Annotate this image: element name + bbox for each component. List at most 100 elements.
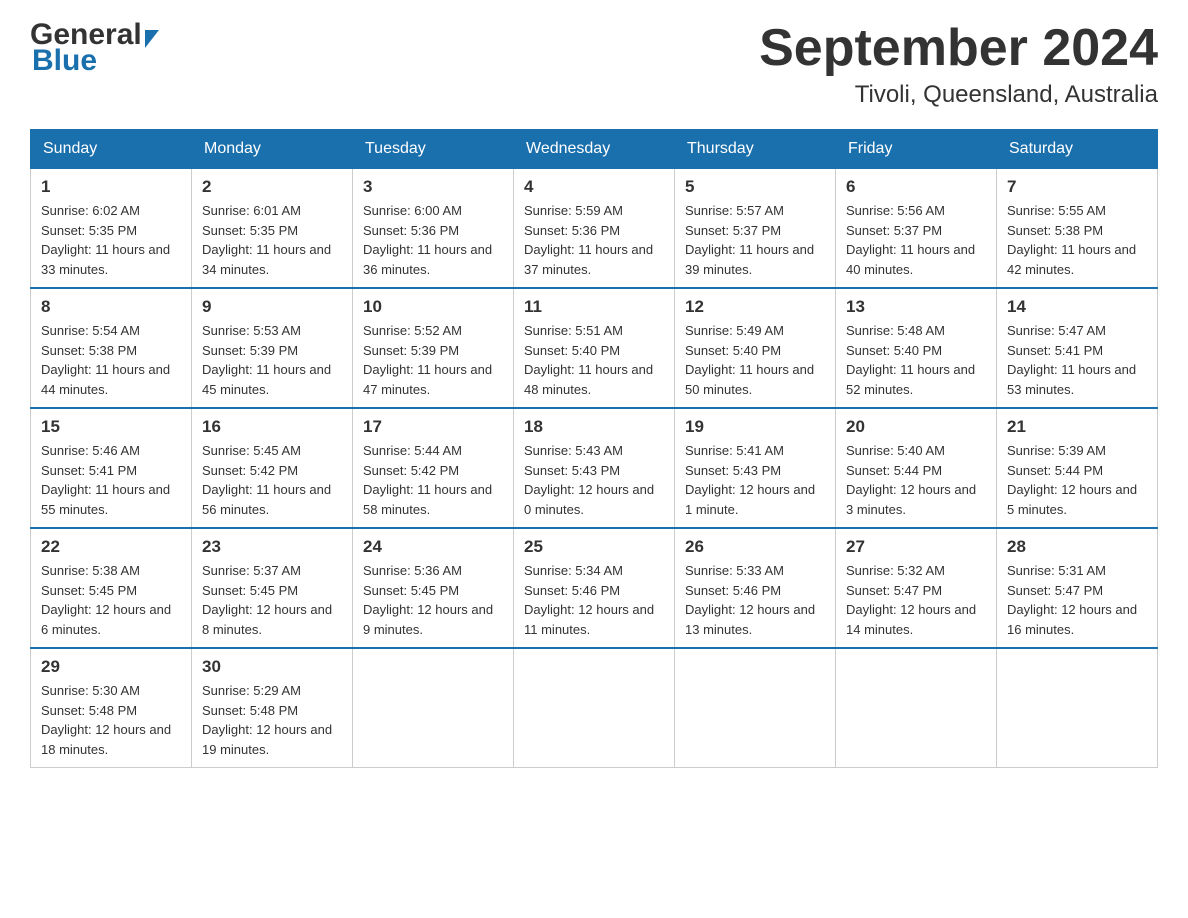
day-info: Sunrise: 5:39 AMSunset: 5:44 PMDaylight:…: [1007, 441, 1147, 519]
calendar-cell: [514, 648, 675, 768]
day-number: 26: [685, 537, 825, 557]
day-info: Sunrise: 5:36 AMSunset: 5:45 PMDaylight:…: [363, 561, 503, 639]
day-info: Sunrise: 5:54 AMSunset: 5:38 PMDaylight:…: [41, 321, 181, 399]
day-number: 28: [1007, 537, 1147, 557]
day-number: 7: [1007, 177, 1147, 197]
calendar-cell: [353, 648, 514, 768]
calendar-cell: 5 Sunrise: 5:57 AMSunset: 5:37 PMDaylight…: [675, 169, 836, 289]
day-info: Sunrise: 6:00 AMSunset: 5:36 PMDaylight:…: [363, 201, 503, 279]
calendar-week-2: 8 Sunrise: 5:54 AMSunset: 5:38 PMDaylight…: [31, 288, 1158, 408]
header-monday: Monday: [192, 130, 353, 169]
day-number: 13: [846, 297, 986, 317]
calendar-cell: 9 Sunrise: 5:53 AMSunset: 5:39 PMDaylight…: [192, 288, 353, 408]
day-number: 3: [363, 177, 503, 197]
day-info: Sunrise: 5:38 AMSunset: 5:45 PMDaylight:…: [41, 561, 181, 639]
calendar-cell: 7 Sunrise: 5:55 AMSunset: 5:38 PMDaylight…: [997, 169, 1158, 289]
day-number: 20: [846, 417, 986, 437]
calendar-cell: 6Sunrise: 5:56 AMSunset: 5:37 PMDaylight…: [836, 169, 997, 289]
day-info: Sunrise: 5:59 AMSunset: 5:36 PMDaylight:…: [524, 201, 664, 279]
calendar-cell: [836, 648, 997, 768]
day-number: 6: [846, 177, 986, 197]
calendar-cell: 19 Sunrise: 5:41 AMSunset: 5:43 PMDayligh…: [675, 408, 836, 528]
logo: General Blue: [30, 20, 159, 76]
header-wednesday: Wednesday: [514, 130, 675, 169]
calendar-cell: 13 Sunrise: 5:48 AMSunset: 5:40 PMDayligh…: [836, 288, 997, 408]
calendar-cell: 25 Sunrise: 5:34 AMSunset: 5:46 PMDayligh…: [514, 528, 675, 648]
day-number: 14: [1007, 297, 1147, 317]
day-number: 17: [363, 417, 503, 437]
calendar-cell: 15 Sunrise: 5:46 AMSunset: 5:41 PMDayligh…: [31, 408, 192, 528]
day-info: Sunrise: 5:29 AMSunset: 5:48 PMDaylight:…: [202, 681, 342, 759]
month-title: September 2024: [759, 20, 1158, 77]
day-info: Sunrise: 5:51 AMSunset: 5:40 PMDaylight:…: [524, 321, 664, 399]
day-number: 27: [846, 537, 986, 557]
day-info: Sunrise: 5:48 AMSunset: 5:40 PMDaylight:…: [846, 321, 986, 399]
calendar-cell: 30 Sunrise: 5:29 AMSunset: 5:48 PMDayligh…: [192, 648, 353, 768]
day-info: Sunrise: 5:44 AMSunset: 5:42 PMDaylight:…: [363, 441, 503, 519]
day-number: 10: [363, 297, 503, 317]
day-info: Sunrise: 5:53 AMSunset: 5:39 PMDaylight:…: [202, 321, 342, 399]
calendar-cell: [997, 648, 1158, 768]
day-number: 1: [41, 177, 181, 197]
day-number: 25: [524, 537, 664, 557]
calendar-cell: 14 Sunrise: 5:47 AMSunset: 5:41 PMDayligh…: [997, 288, 1158, 408]
day-number: 30: [202, 657, 342, 677]
day-number: 18: [524, 417, 664, 437]
day-info: Sunrise: 5:52 AMSunset: 5:39 PMDaylight:…: [363, 321, 503, 399]
day-number: 12: [685, 297, 825, 317]
day-info: Sunrise: 5:32 AMSunset: 5:47 PMDaylight:…: [846, 561, 986, 639]
day-info: Sunrise: 5:46 AMSunset: 5:41 PMDaylight:…: [41, 441, 181, 519]
calendar-cell: 3 Sunrise: 6:00 AMSunset: 5:36 PMDaylight…: [353, 169, 514, 289]
day-info: Sunrise: 5:41 AMSunset: 5:43 PMDaylight:…: [685, 441, 825, 519]
calendar-week-4: 22 Sunrise: 5:38 AMSunset: 5:45 PMDayligh…: [31, 528, 1158, 648]
page-header: General Blue September 2024 Tivoli, Quee…: [30, 20, 1158, 109]
day-number: 2: [202, 177, 342, 197]
day-number: 4: [524, 177, 664, 197]
calendar-cell: [675, 648, 836, 768]
day-number: 19: [685, 417, 825, 437]
header-friday: Friday: [836, 130, 997, 169]
calendar-cell: 26 Sunrise: 5:33 AMSunset: 5:46 PMDayligh…: [675, 528, 836, 648]
day-info: Sunrise: 5:47 AMSunset: 5:41 PMDaylight:…: [1007, 321, 1147, 399]
header-tuesday: Tuesday: [353, 130, 514, 169]
calendar-header-row: Sunday Monday Tuesday Wednesday Thursday…: [31, 130, 1158, 169]
calendar-week-1: 1Sunrise: 6:02 AMSunset: 5:35 PMDaylight…: [31, 169, 1158, 289]
calendar-cell: 21Sunrise: 5:39 AMSunset: 5:44 PMDayligh…: [997, 408, 1158, 528]
calendar-table: Sunday Monday Tuesday Wednesday Thursday…: [30, 129, 1158, 768]
calendar-cell: 2 Sunrise: 6:01 AMSunset: 5:35 PMDaylight…: [192, 169, 353, 289]
calendar-cell: 12Sunrise: 5:49 AMSunset: 5:40 PMDayligh…: [675, 288, 836, 408]
day-number: 5: [685, 177, 825, 197]
day-info: Sunrise: 5:57 AMSunset: 5:37 PMDaylight:…: [685, 201, 825, 279]
day-number: 22: [41, 537, 181, 557]
calendar-cell: 8 Sunrise: 5:54 AMSunset: 5:38 PMDaylight…: [31, 288, 192, 408]
header-thursday: Thursday: [675, 130, 836, 169]
day-info: Sunrise: 5:31 AMSunset: 5:47 PMDaylight:…: [1007, 561, 1147, 639]
calendar-cell: 11 Sunrise: 5:51 AMSunset: 5:40 PMDayligh…: [514, 288, 675, 408]
calendar-week-5: 29 Sunrise: 5:30 AMSunset: 5:48 PMDayligh…: [31, 648, 1158, 768]
header-saturday: Saturday: [997, 130, 1158, 169]
day-info: Sunrise: 5:30 AMSunset: 5:48 PMDaylight:…: [41, 681, 181, 759]
calendar-cell: 24Sunrise: 5:36 AMSunset: 5:45 PMDayligh…: [353, 528, 514, 648]
day-info: Sunrise: 5:34 AMSunset: 5:46 PMDaylight:…: [524, 561, 664, 639]
calendar-cell: 4 Sunrise: 5:59 AMSunset: 5:36 PMDaylight…: [514, 169, 675, 289]
day-info: Sunrise: 5:45 AMSunset: 5:42 PMDaylight:…: [202, 441, 342, 519]
header-sunday: Sunday: [31, 130, 192, 169]
day-info: Sunrise: 5:37 AMSunset: 5:45 PMDaylight:…: [202, 561, 342, 639]
day-number: 16: [202, 417, 342, 437]
calendar-cell: 20Sunrise: 5:40 AMSunset: 5:44 PMDayligh…: [836, 408, 997, 528]
day-info: Sunrise: 5:55 AMSunset: 5:38 PMDaylight:…: [1007, 201, 1147, 279]
day-info: Sunrise: 6:01 AMSunset: 5:35 PMDaylight:…: [202, 201, 342, 279]
day-number: 9: [202, 297, 342, 317]
calendar-cell: 28 Sunrise: 5:31 AMSunset: 5:47 PMDayligh…: [997, 528, 1158, 648]
day-number: 11: [524, 297, 664, 317]
day-number: 8: [41, 297, 181, 317]
calendar-cell: 29 Sunrise: 5:30 AMSunset: 5:48 PMDayligh…: [31, 648, 192, 768]
day-info: Sunrise: 5:33 AMSunset: 5:46 PMDaylight:…: [685, 561, 825, 639]
day-number: 29: [41, 657, 181, 677]
calendar-cell: 23Sunrise: 5:37 AMSunset: 5:45 PMDayligh…: [192, 528, 353, 648]
day-number: 15: [41, 417, 181, 437]
calendar-cell: 27 Sunrise: 5:32 AMSunset: 5:47 PMDayligh…: [836, 528, 997, 648]
calendar-cell: 10 Sunrise: 5:52 AMSunset: 5:39 PMDayligh…: [353, 288, 514, 408]
calendar-cell: 17 Sunrise: 5:44 AMSunset: 5:42 PMDayligh…: [353, 408, 514, 528]
calendar-cell: 16 Sunrise: 5:45 AMSunset: 5:42 PMDayligh…: [192, 408, 353, 528]
